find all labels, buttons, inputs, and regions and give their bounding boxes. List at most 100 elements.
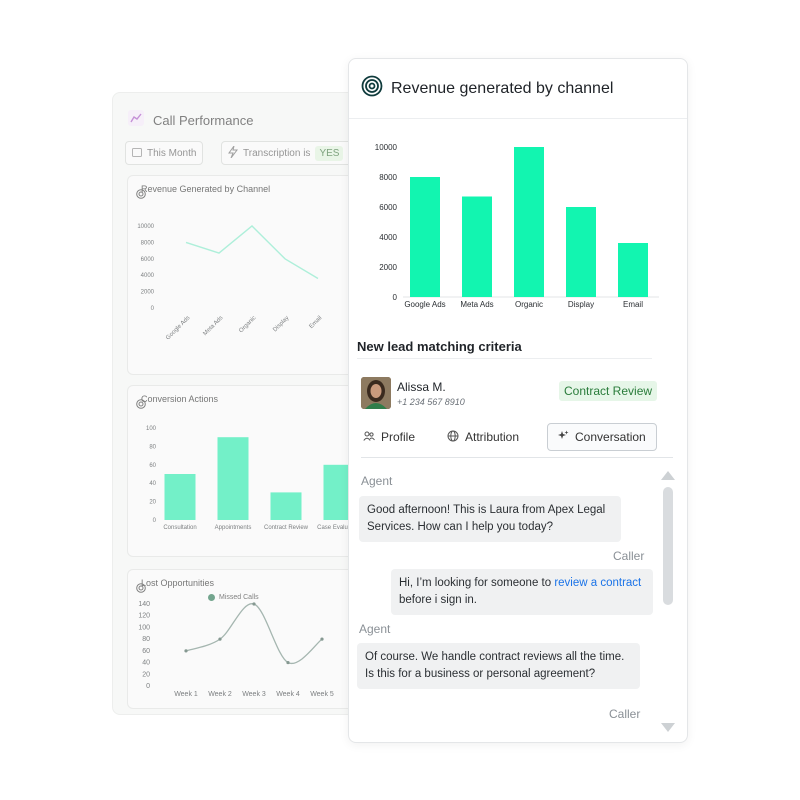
lead-row[interactable]: Alissa M. +1 234 567 8910 Contract Revie… bbox=[361, 377, 661, 411]
bar bbox=[462, 196, 492, 297]
revenue-line-card: Revenue Generated by Channel 0 2000 4000 60… bbox=[127, 175, 361, 375]
data-point bbox=[286, 660, 290, 665]
message-role-caller: Caller bbox=[613, 549, 645, 563]
y-tick-label: 80 bbox=[149, 444, 156, 450]
line-chart-icon bbox=[127, 109, 145, 132]
y-tick-label: 8000 bbox=[141, 240, 155, 246]
target-icon bbox=[361, 75, 383, 102]
message-bubble-agent: Good afternoon! This is Laura from Apex … bbox=[359, 496, 621, 542]
x-tick-label: Display bbox=[272, 315, 290, 333]
lightning-icon bbox=[228, 145, 238, 161]
revenue-bar-chart: 0 2000 4000 6000 8000 10000 Google Ads Meta Ads… bbox=[375, 143, 659, 309]
y-tick-label: 6000 bbox=[141, 257, 155, 263]
transcription-filter[interactable]: Transcription is YES bbox=[221, 141, 361, 165]
chart-header: Revenue generated by channel bbox=[349, 59, 687, 119]
bar bbox=[270, 492, 302, 520]
avatar bbox=[361, 377, 391, 409]
y-tick-label: 2000 bbox=[379, 263, 397, 272]
section-title: New lead matching criteria bbox=[357, 339, 522, 354]
message-bubble-caller: Hi, I’m looking for someone to review a … bbox=[391, 569, 653, 615]
globe-icon bbox=[447, 430, 459, 445]
transcription-value: YES bbox=[315, 145, 344, 161]
bar bbox=[514, 147, 544, 297]
call-performance-title: Call Performance bbox=[153, 113, 254, 128]
y-tick-label: 0 bbox=[393, 293, 398, 302]
x-tick-label: Google Ads bbox=[165, 315, 191, 341]
x-tick-label: Appointments bbox=[215, 525, 252, 531]
chart-title: Revenue generated by channel bbox=[391, 79, 614, 97]
y-tick-label: 6000 bbox=[379, 203, 397, 212]
x-tick-label: Meta Ads bbox=[202, 315, 224, 337]
bar bbox=[164, 474, 196, 520]
tab-profile[interactable]: Profile bbox=[363, 423, 415, 451]
x-tick-label: Meta Ads bbox=[460, 300, 493, 309]
y-tick-label: 0 bbox=[151, 306, 155, 312]
data-point bbox=[320, 637, 324, 641]
tab-conversation[interactable]: Conversation bbox=[547, 423, 657, 451]
message-role-caller: Caller bbox=[609, 707, 641, 721]
scroll-down-icon[interactable] bbox=[661, 723, 675, 732]
status-badge: Contract Review bbox=[559, 381, 658, 401]
series-line bbox=[185, 225, 319, 280]
y-tick-label: 10000 bbox=[137, 224, 154, 230]
tab-attribution-label: Attribution bbox=[465, 430, 520, 444]
tab-bar: Profile Attribution Conversation bbox=[361, 423, 673, 453]
message-text: before i sign in. bbox=[399, 594, 477, 606]
tab-conversation-label: Conversation bbox=[575, 430, 646, 444]
message-bubble-agent: Of course. We handle contract reviews al… bbox=[357, 643, 640, 689]
x-tick-label: Week 1 bbox=[174, 691, 198, 698]
x-tick-label: Display bbox=[568, 300, 594, 309]
message-link[interactable]: review a contract bbox=[554, 577, 641, 589]
lead-detail-panel: Revenue generated by channel 0 2000 4000 60… bbox=[348, 58, 688, 743]
data-point bbox=[218, 637, 222, 641]
y-tick-label: 20 bbox=[142, 671, 150, 678]
transcription-label: Transcription is bbox=[243, 147, 311, 159]
y-tick-label: 60 bbox=[142, 648, 150, 655]
users-icon bbox=[363, 430, 375, 444]
revenue-line-chart: 0 2000 4000 6000 8000 10000 Google Ads Meta Ads… bbox=[137, 224, 324, 341]
y-tick-label: 60 bbox=[149, 463, 156, 469]
divider bbox=[361, 457, 673, 458]
series-line bbox=[185, 603, 323, 665]
date-filter-button[interactable]: This Month bbox=[125, 141, 204, 165]
y-tick-label: 40 bbox=[149, 481, 156, 487]
y-tick-label: 4000 bbox=[379, 233, 397, 242]
lost-opportunities-card: Lost Opportunities Missed Calls 0 20 40 60 8… bbox=[127, 569, 361, 709]
y-tick-label: 100 bbox=[146, 426, 157, 432]
x-tick-label: Week 5 bbox=[310, 691, 334, 698]
calendar-icon bbox=[132, 147, 142, 160]
x-tick-label: Email bbox=[623, 300, 643, 309]
tab-profile-label: Profile bbox=[381, 430, 416, 444]
y-tick-label: 120 bbox=[138, 613, 150, 620]
x-tick-label: Contract Review bbox=[264, 525, 309, 531]
bar bbox=[618, 243, 648, 297]
scroll-thumb[interactable] bbox=[663, 487, 673, 605]
y-tick-label: 0 bbox=[153, 518, 157, 524]
x-tick-label: Email bbox=[309, 315, 324, 330]
conversation-thread[interactable]: Agent Good afternoon! This is Laura from… bbox=[349, 459, 687, 742]
conversion-actions-chart: 0 20 40 60 80 100 Consultation Appointments Cont… bbox=[146, 426, 361, 531]
x-tick-label: Week 4 bbox=[276, 691, 300, 698]
call-performance-panel: Call Performance This Month Transcriptio… bbox=[112, 92, 362, 715]
x-tick-label: Consultation bbox=[163, 525, 196, 531]
lost-opportunities-chart: 0 20 40 60 80 100 120 140 Week 1 Week 2 Week 3 Week… bbox=[138, 601, 334, 698]
y-tick-label: 40 bbox=[142, 660, 150, 667]
y-tick-label: 80 bbox=[142, 636, 150, 643]
bar bbox=[410, 177, 440, 297]
data-point bbox=[184, 649, 188, 653]
data-point bbox=[252, 602, 256, 606]
x-tick-label: Organic bbox=[238, 315, 257, 334]
conversion-actions-card: Conversion Actions 0 20 40 60 80 100 Consultat… bbox=[127, 385, 361, 557]
tab-attribution[interactable]: Attribution bbox=[447, 423, 519, 451]
x-tick-label: Week 3 bbox=[242, 691, 266, 698]
y-tick-label: 100 bbox=[138, 624, 150, 631]
conversation-scrollbar[interactable] bbox=[661, 471, 675, 737]
message-role-agent: Agent bbox=[359, 622, 391, 636]
y-tick-label: 0 bbox=[146, 683, 150, 690]
y-tick-label: 4000 bbox=[141, 273, 155, 279]
scroll-up-icon[interactable] bbox=[661, 471, 675, 480]
date-filter-label: This Month bbox=[147, 147, 197, 159]
lead-name: Alissa M. bbox=[397, 380, 446, 394]
bar bbox=[566, 207, 596, 297]
y-tick-label: 10000 bbox=[375, 143, 398, 152]
